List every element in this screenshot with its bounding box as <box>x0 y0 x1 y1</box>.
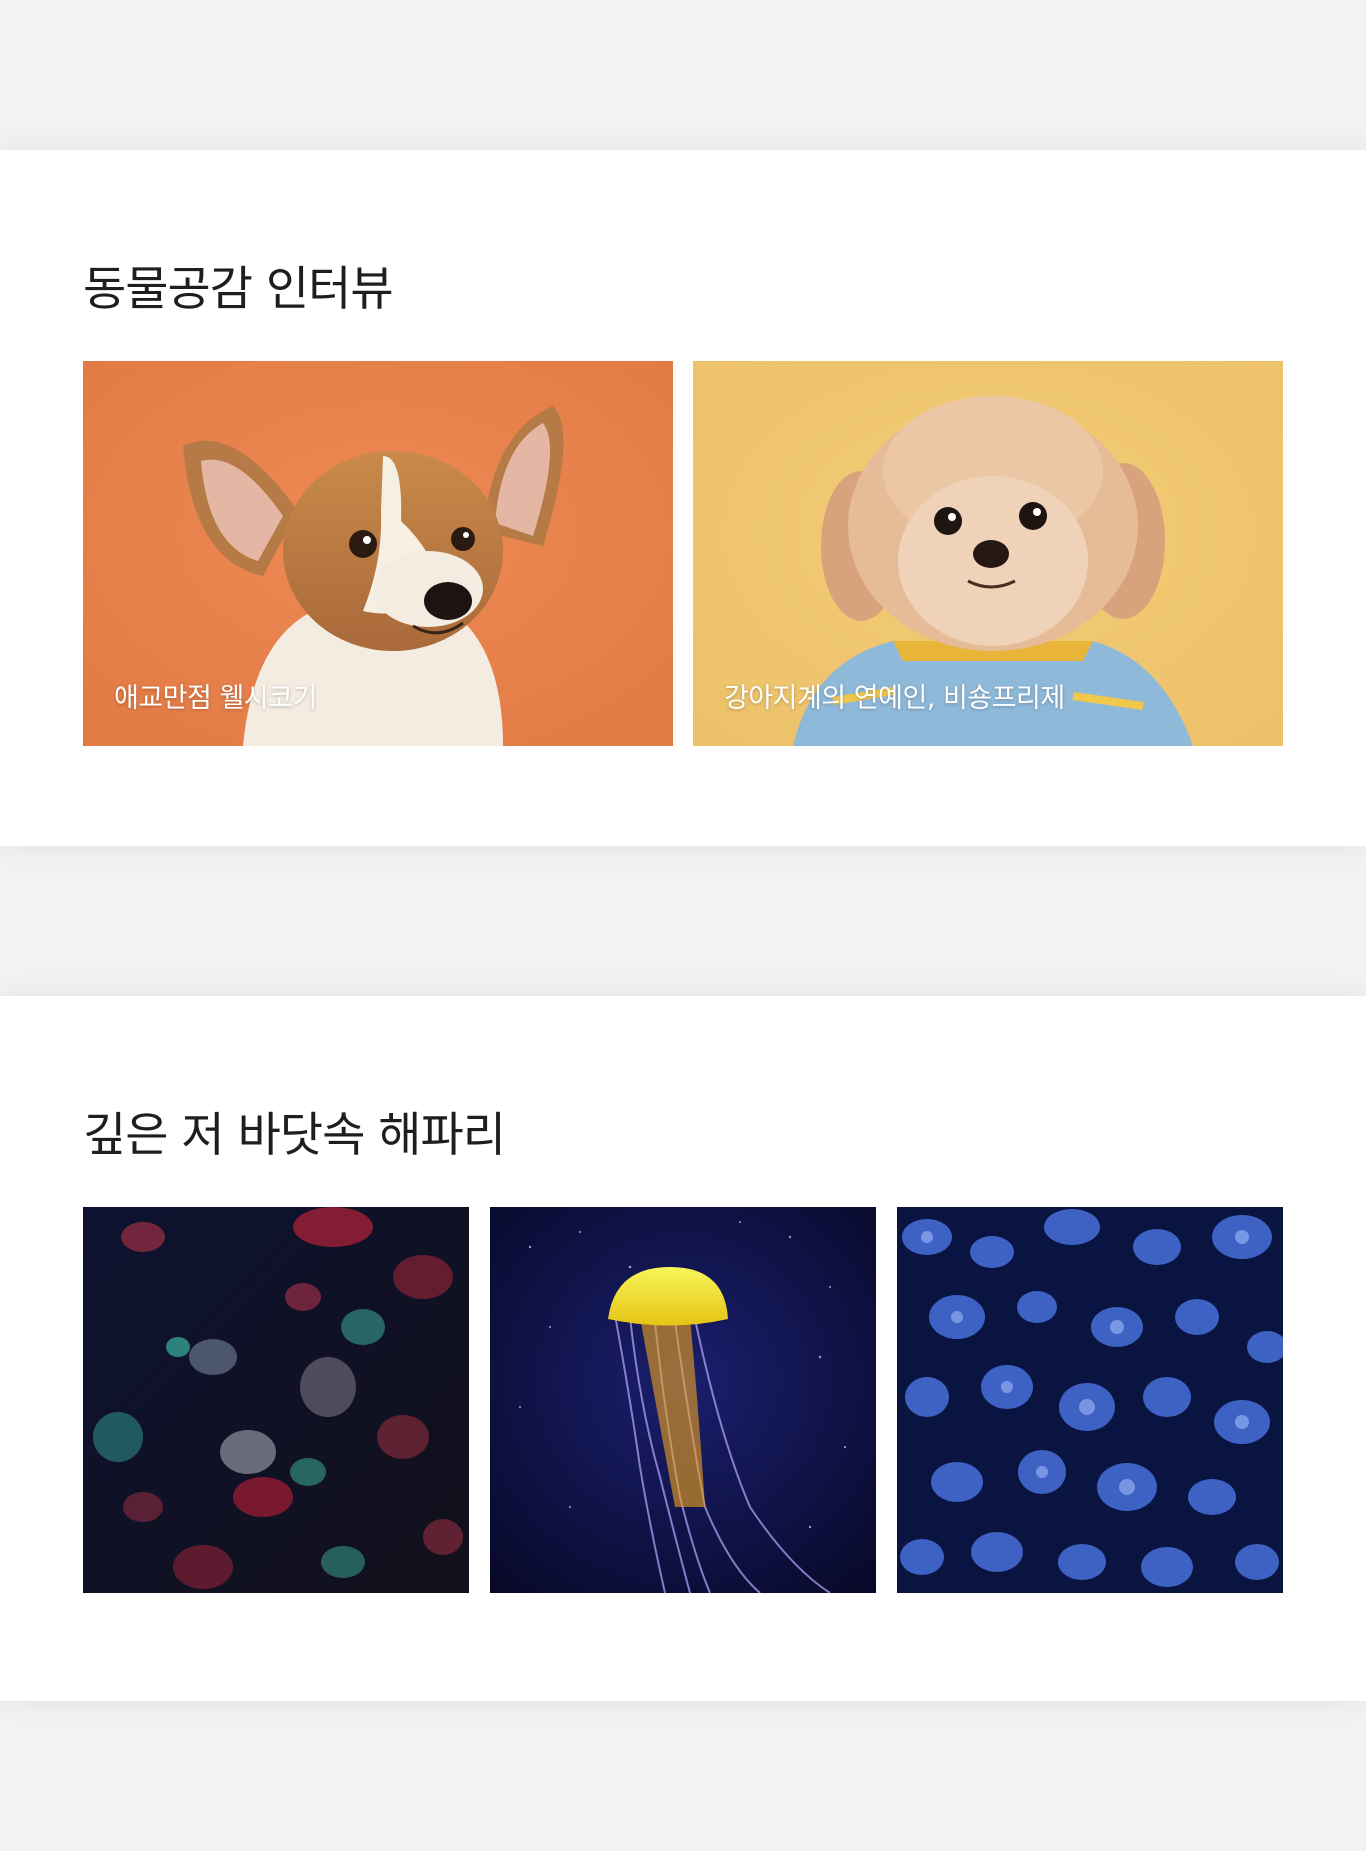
interview-section: 동물공감 인터뷰 애교만점 웰시코기 강아지계의 연예인, 비숑프리제 <box>0 150 1366 846</box>
jellyfish-card-1[interactable] <box>83 1207 469 1593</box>
interview-card-list: 애교만점 웰시코기 강아지계의 연예인, 비숑프리제 <box>83 361 1283 746</box>
section-title: 동물공감 인터뷰 <box>83 262 394 317</box>
jellyfish-card-2[interactable] <box>490 1207 876 1593</box>
card-caption: 강아지계의 연예인, 비숑프리제 <box>724 683 1065 714</box>
interview-card-bichon[interactable]: 강아지계의 연예인, 비숑프리제 <box>693 361 1283 746</box>
jellyfish-section: 깊은 저 바닷속 해파리 <box>0 996 1366 1701</box>
yellow-jellyfish-photo <box>490 1207 876 1593</box>
jellyfish-card-list <box>83 1207 1283 1593</box>
blue-jellyfish-photo <box>897 1207 1283 1593</box>
section-title: 깊은 저 바닷속 해파리 <box>83 1108 506 1163</box>
card-caption: 애교만점 웰시코기 <box>114 683 317 714</box>
page: 동물공감 인터뷰 애교만점 웰시코기 강아지계의 연예인, 비숑프리제 깊은 저… <box>0 0 1366 1851</box>
jellyfish-card-3[interactable] <box>897 1207 1283 1593</box>
red-jellyfish-photo <box>83 1207 469 1593</box>
interview-card-corgi[interactable]: 애교만점 웰시코기 <box>83 361 673 746</box>
